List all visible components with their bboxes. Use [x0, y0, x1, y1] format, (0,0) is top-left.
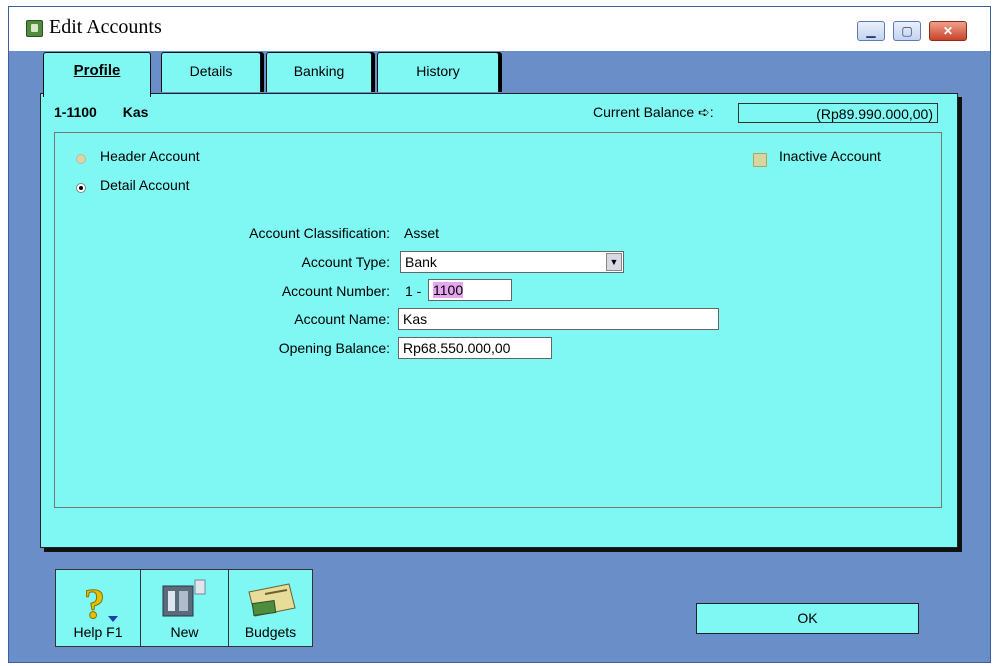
title-bar: Edit Accounts ▁ ▢ ✕ — [9, 7, 990, 51]
opening-balance-label: Opening Balance: — [278, 340, 390, 356]
help-button[interactable]: ? Help F1 — [55, 569, 141, 647]
tab-history[interactable]: History — [377, 52, 499, 92]
account-number-input[interactable]: 1100 — [428, 279, 512, 301]
account-number: 1-1100 — [54, 104, 97, 120]
header-account-label: Header Account — [100, 148, 200, 164]
account-type-label: Account Type: — [301, 254, 390, 270]
detail-account-label: Detail Account — [100, 177, 190, 193]
tab-details[interactable]: Details — [161, 52, 261, 92]
account-type-select[interactable]: Bank ▼ — [400, 251, 624, 273]
maximize-button[interactable]: ▢ — [893, 21, 921, 41]
profile-content: Header Account Detail Account Inactive A… — [54, 132, 942, 508]
chevron-down-icon[interactable]: ▼ — [606, 253, 622, 271]
window-title: Edit Accounts — [49, 16, 162, 38]
header-account-radio[interactable] — [76, 154, 86, 164]
new-account-icon — [162, 579, 206, 617]
account-type-value: Bank — [405, 254, 437, 270]
help-caption: Help F1 — [73, 624, 123, 640]
account-number-prefix: 1 - — [405, 283, 422, 299]
account-name-input[interactable]: Kas — [398, 308, 719, 330]
detail-account-radio[interactable] — [76, 183, 86, 193]
tab-label: History — [416, 63, 460, 79]
minimize-button[interactable]: ▁ — [857, 21, 885, 41]
budgets-button[interactable]: Budgets — [228, 569, 313, 647]
current-balance-value: (Rp89.990.000,00) — [738, 103, 938, 123]
budgets-icon — [248, 583, 296, 617]
budgets-caption: Budgets — [244, 624, 297, 640]
close-button[interactable]: ✕ — [929, 21, 967, 41]
new-caption: New — [170, 624, 199, 640]
account-classification-label: Account Classification: — [249, 225, 390, 241]
account-header: 1-1100 Kas — [54, 104, 170, 120]
account-number-value: 1100 — [433, 282, 464, 298]
ok-button[interactable]: OK — [696, 603, 919, 634]
account-name: Kas — [122, 104, 149, 120]
tab-label: Profile — [73, 62, 121, 79]
account-number-label: Account Number: — [281, 283, 390, 299]
inactive-account-checkbox[interactable] — [753, 153, 767, 167]
current-balance-label: Current Balance ➪: — [593, 104, 714, 120]
profile-panel: 1-1100 Kas Current Balance ➪: (Rp89.990.… — [40, 93, 958, 548]
svg-text:?: ? — [84, 582, 105, 624]
tab-label: Details — [189, 63, 233, 79]
opening-balance-input[interactable]: Rp68.550.000,00 — [398, 337, 552, 359]
account-name-label: Account Name: — [294, 311, 390, 327]
account-classification-value: Asset — [404, 225, 440, 241]
tab-banking[interactable]: Banking — [266, 52, 372, 92]
inactive-account-label: Inactive Account — [779, 148, 881, 164]
app-icon — [26, 20, 43, 37]
tab-profile[interactable]: Profile — [43, 52, 151, 97]
help-icon: ? — [84, 582, 118, 624]
new-button[interactable]: New — [140, 569, 229, 647]
tab-label: Banking — [293, 63, 345, 79]
